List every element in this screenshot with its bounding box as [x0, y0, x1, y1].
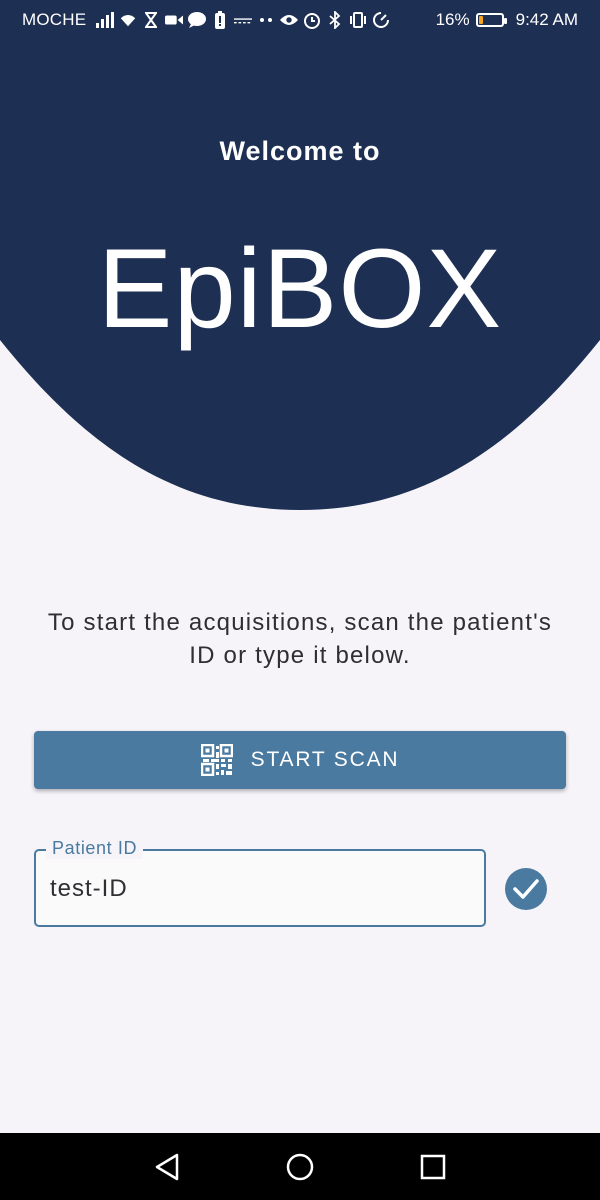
bluetooth-icon: [326, 9, 344, 31]
clock: 9:42 AM: [515, 10, 578, 29]
eye-icon: [280, 9, 299, 31]
hourglass-icon: [142, 9, 160, 31]
video-icon: [165, 9, 184, 31]
patient-id-input[interactable]: [50, 871, 470, 907]
start-scan-label: START SCAN: [250, 748, 400, 771]
status-bar: MOCHE 16% 9:42 AM: [0, 0, 600, 40]
patient-id-label: Patient ID: [46, 838, 144, 859]
carrier-name: MOCHE: [22, 10, 87, 29]
speed-icon: [234, 9, 253, 31]
alarm-icon: [303, 9, 321, 31]
start-scan-button[interactable]: START SCAN: [34, 731, 566, 789]
qr-code-icon: [200, 744, 233, 776]
confirm-button[interactable]: [505, 868, 547, 910]
chat-icon: [188, 9, 207, 31]
back-button[interactable]: [147, 1147, 187, 1187]
data-saver-icon: [372, 9, 390, 31]
status-right: 16% 9:42 AM: [436, 10, 578, 30]
patient-id-field[interactable]: Patient ID: [34, 838, 486, 927]
check-icon: [513, 878, 539, 900]
vibrate-icon: [349, 9, 367, 31]
navigation-bar: [0, 1133, 600, 1200]
instructions-text: To start the acquisitions, scan the pati…: [47, 609, 553, 669]
home-button[interactable]: [280, 1147, 320, 1187]
welcome-text: Welcome to: [219, 136, 381, 166]
home-icon: [285, 1152, 315, 1182]
app-title: EpiBOX: [97, 226, 503, 351]
battery-alert-icon: [211, 9, 229, 31]
recents-icon: [420, 1154, 446, 1180]
back-icon: [154, 1153, 180, 1181]
battery-percent: 16%: [435, 10, 470, 29]
wifi-icon: [119, 9, 137, 31]
recents-button[interactable]: [413, 1147, 453, 1187]
status-icons: [96, 9, 435, 31]
battery-level: [478, 16, 483, 24]
signal-icon: [96, 9, 115, 31]
more-icon: [257, 9, 275, 31]
battery-icon: [475, 13, 507, 27]
